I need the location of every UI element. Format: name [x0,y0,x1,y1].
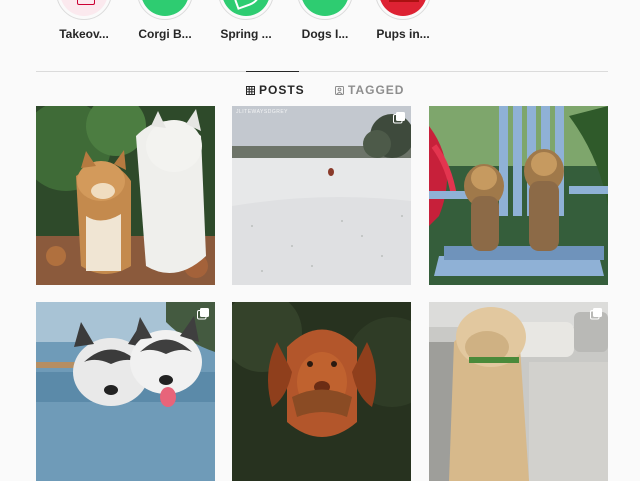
post-tile[interactable] [232,302,411,481]
highlight-pups[interactable]: Pups in... [363,0,443,56]
highlight-label: Corgi B... [138,27,192,41]
post-tile[interactable] [36,302,215,481]
highlight-avatar [375,0,431,20]
highlight-avatar [137,0,193,20]
grid-icon [246,85,255,95]
post-tile[interactable] [429,302,608,481]
highlight-spring[interactable]: Spring ... [206,0,286,56]
highlight-corgi[interactable]: Corgi B... [125,0,205,56]
tab-tagged[interactable]: TAGGED [335,83,404,97]
multiple-photos-icon [590,307,602,320]
multiple-photos-icon [393,111,405,124]
post-image [232,302,411,481]
highlight-avatar [297,0,353,20]
tab-posts[interactable]: POSTS [246,83,305,97]
highlight-avatar [56,0,112,20]
post-tile[interactable] [429,106,608,285]
post-image [36,302,215,481]
highlight-label: Spring ... [220,27,272,41]
highlight-avatar [218,0,274,20]
highlight-label: Pups in... [376,27,430,41]
post-caption-watermark: JLITEWAYSDGREY [236,109,289,115]
post-image [429,302,608,481]
post-tile[interactable]: JLITEWAYSDGREY [232,106,411,285]
post-image [36,106,215,285]
tab-posts-label: POSTS [259,83,305,97]
highlight-label: Takeov... [59,27,109,41]
tag-icon [335,85,344,95]
highlight-takeover[interactable]: Takeov... [44,0,124,56]
highlight-label: Dogs I... [301,27,349,41]
tab-tagged-label: TAGGED [348,83,405,97]
tabs-divider [36,71,608,72]
highlight-dogs[interactable]: Dogs I... [285,0,365,56]
post-image [232,106,411,285]
post-image [429,106,608,285]
post-tile[interactable] [36,106,215,285]
active-tab-indicator [246,71,299,72]
multiple-photos-icon [197,307,209,320]
